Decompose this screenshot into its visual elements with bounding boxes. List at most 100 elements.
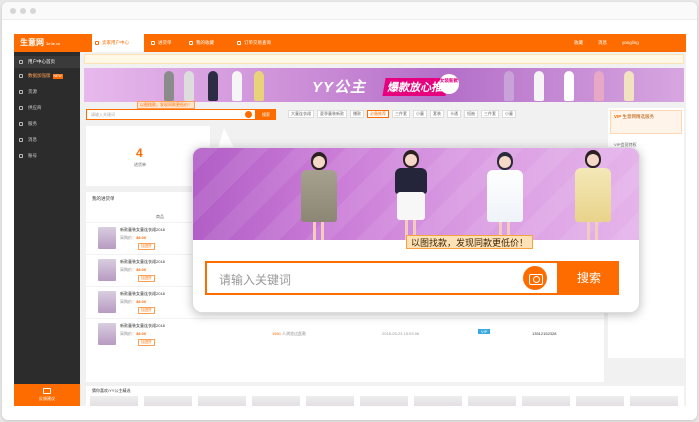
tag[interactable]: 三件套	[392, 110, 410, 118]
tag[interactable]: 三件套	[481, 110, 499, 118]
gallery-item[interactable]	[90, 396, 138, 406]
logo[interactable]: 生意网 3e3e.cn	[14, 34, 80, 52]
add-to-cart-button[interactable]: 加进货	[138, 243, 155, 250]
nav-messages-link[interactable]: 消息	[598, 34, 607, 52]
popup-banner[interactable]	[193, 148, 639, 240]
product-thumbnail[interactable]	[98, 291, 116, 313]
model-figure	[504, 71, 514, 101]
popup-pointer	[218, 128, 234, 148]
logo-text: 生意网	[20, 38, 44, 47]
tag[interactable]: 卡通	[447, 110, 461, 118]
hot-tags: 大童连衣裙 夏季童装新款 爆款 必备推荐 三件套 小童 套装 卡通 短袖 三件套 小童	[288, 110, 519, 118]
model-figure	[184, 71, 194, 101]
home-icon	[95, 41, 99, 45]
zoom-popup: 以图找款，发现同款更低价！ 请输入关键词 搜索	[192, 147, 640, 313]
add-to-cart-button[interactable]: 加进货	[138, 275, 155, 282]
gallery-item[interactable]	[360, 396, 408, 406]
search-button-large[interactable]: 搜索	[559, 261, 619, 295]
gallery-item[interactable]	[414, 396, 462, 406]
product-name[interactable]: 新款童装女童连衣裙2018	[120, 291, 165, 297]
price-prefix: 采购价：	[120, 267, 136, 272]
search-input-large[interactable]: 请输入关键词	[205, 261, 559, 295]
product-name[interactable]: 新款童装女童连衣裙2018	[120, 259, 165, 265]
tag[interactable]: 套装	[430, 110, 444, 118]
camera-icon[interactable]	[523, 266, 547, 290]
sidebar: 用户中心首页 数据加强版 NEW 货源 供应商 服务 消息 账号 反馈建议	[14, 52, 80, 406]
gallery-item[interactable]	[306, 396, 354, 406]
gallery-item[interactable]	[468, 396, 516, 406]
gallery-item[interactable]	[252, 396, 300, 406]
model-figure	[571, 150, 615, 240]
search-button[interactable]: 搜索	[256, 109, 276, 120]
tag[interactable]: 爆款	[350, 110, 364, 118]
window-dot-icon[interactable]	[20, 8, 26, 14]
price-value: 38.00	[136, 299, 147, 304]
nav-favorites-link[interactable]: 收藏	[574, 34, 583, 52]
window-dot-icon[interactable]	[10, 8, 16, 14]
sidebar-item-home[interactable]: 用户中心首页	[14, 56, 80, 68]
search-placeholder: 请输入关键词	[91, 112, 115, 117]
window-dot-icon[interactable]	[30, 8, 36, 14]
search-input[interactable]: 请输入关键词	[86, 109, 256, 120]
chart-icon	[19, 74, 23, 78]
tag[interactable]: 必备推荐	[367, 110, 389, 118]
add-to-cart-button[interactable]: 加进货	[138, 339, 155, 346]
product-thumbnail[interactable]	[98, 259, 116, 281]
tag[interactable]: 夏季童装新款	[317, 110, 347, 118]
gallery-title: 猜你喜欢/YY公主精选	[92, 388, 131, 393]
vip-label: VIP	[614, 114, 622, 119]
image-search-tooltip: 以图找款，发现同款更低价！	[137, 101, 195, 109]
tab-label: 订单交易查询	[244, 40, 271, 45]
gallery-item[interactable]	[630, 396, 678, 406]
tag[interactable]: 短袖	[464, 110, 478, 118]
timestamp: 2018-05-23 15:53:06	[382, 331, 420, 336]
feedback-button[interactable]: 反馈建议	[14, 384, 80, 406]
notice-bar	[84, 54, 684, 64]
nav-user-menu[interactable]: yangling	[622, 34, 639, 52]
tab-label: 卖家用户中心	[102, 40, 129, 45]
tab-cart[interactable]: 进货单	[148, 34, 186, 52]
gallery-item[interactable]	[576, 396, 624, 406]
view-count: 1560 人浏览过此款	[272, 331, 306, 337]
sidebar-item-label: 用户中心首页	[28, 59, 55, 64]
feedback-icon	[43, 388, 51, 394]
gallery-item[interactable]	[144, 396, 192, 406]
box-icon	[19, 90, 23, 94]
sidebar-item-suppliers[interactable]: 供应商	[14, 102, 80, 114]
model-figure	[164, 71, 174, 101]
tab-seller-center[interactable]: 卖家用户中心	[92, 34, 144, 52]
sidebar-item-messages[interactable]: 消息	[14, 134, 80, 146]
vip-badge: VIP	[478, 329, 491, 334]
camera-icon[interactable]	[245, 111, 252, 118]
tag[interactable]: 大童连衣裙	[288, 110, 314, 118]
search-placeholder: 请输入关键词	[219, 273, 292, 287]
product-thumbnail[interactable]	[98, 227, 116, 249]
tab-orders[interactable]: 订单交易查询	[234, 34, 290, 52]
top-nav: 生意网 3e3e.cn 卖家用户中心 进货单 我的收藏 订单交易查询 收藏 消息 …	[14, 34, 686, 52]
tab-favorites[interactable]: 我的收藏	[186, 34, 232, 52]
sidebar-item-service[interactable]: 服务	[14, 118, 80, 130]
product-name[interactable]: 新款童装女童连衣裙2018	[120, 227, 165, 233]
promo-banner[interactable]: YY公主 爆款放心推 女装新款	[84, 68, 684, 102]
stat-value[interactable]: 4	[136, 146, 143, 160]
vip-title: 生意网精选服务	[622, 114, 655, 119]
sidebar-item-account[interactable]: 账号	[14, 150, 80, 162]
gallery-item[interactable]	[198, 396, 246, 406]
store-icon	[19, 106, 23, 110]
table-row[interactable]: 新款童装女童连衣裙2018 采购价：38.00 加进货 1560 人浏览过此款 …	[86, 318, 604, 348]
add-to-cart-button[interactable]: 加进货	[138, 307, 155, 314]
product-thumbnail[interactable]	[98, 323, 116, 345]
sidebar-item-goods[interactable]: 货源	[14, 86, 80, 98]
sidebar-item-data[interactable]: 数据加强版 NEW	[14, 70, 80, 82]
vip-card[interactable]: VIP 生意网精选服务	[610, 110, 682, 134]
tag[interactable]: 小童	[413, 110, 427, 118]
phone-number[interactable]: 13512152328	[532, 331, 556, 336]
model-figure	[208, 71, 218, 101]
tag[interactable]: 小童	[502, 110, 516, 118]
price-value: 38.00	[136, 235, 147, 240]
tab-label: 我的收藏	[196, 40, 214, 45]
image-search-tooltip-large: 以图找款，发现同款更低价！	[406, 235, 534, 249]
tab-label: 进货单	[158, 40, 172, 45]
gallery-item[interactable]	[522, 396, 570, 406]
product-name[interactable]: 新款童装女童连衣裙2018	[120, 323, 165, 329]
